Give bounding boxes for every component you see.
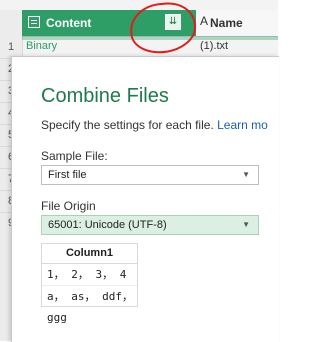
row-number: 1 [7, 41, 15, 53]
text-type-icon[interactable]: A [200, 14, 208, 28]
learn-more-link[interactable]: Learn mo [217, 118, 268, 132]
sample-file-value: First file [48, 169, 87, 181]
table-type-icon[interactable] [28, 16, 40, 28]
preview-table: Column1 1， 2， 3， 4 a， as， ddf， ggg [41, 243, 138, 324]
sample-file-label: Sample File: [41, 149, 108, 163]
binary-cell-link[interactable]: Binary [26, 40, 57, 52]
file-origin-value: 65001: Unicode (UTF-8) [48, 219, 167, 231]
sample-file-select[interactable]: First file ▼ [41, 165, 259, 185]
preview-row: a， as， ddf， ggg [47, 290, 133, 324]
combine-files-dialog: Combine Files Specify the settings for e… [11, 56, 279, 342]
preview-column-header: Column1 [42, 244, 137, 264]
preview-row: 1， 2， 3， 4 [47, 268, 127, 281]
name-cell: (1).txt [200, 40, 229, 52]
row-corner [0, 10, 23, 36]
dialog-description: Specify the settings for each file. Lear… [41, 118, 268, 132]
file-origin-label: File Origin [41, 199, 96, 213]
column-name-label: Name [210, 16, 243, 30]
chevron-down-icon: ▼ [242, 220, 250, 229]
description-text: Specify the settings for each file. [41, 118, 214, 132]
file-origin-select[interactable]: 65001: Unicode (UTF-8) ▼ [41, 215, 259, 235]
column-header-name[interactable]: A Name [196, 10, 278, 36]
chevron-down-icon: ▼ [242, 170, 250, 179]
column-content-label: Content [46, 16, 92, 30]
dialog-title: Combine Files [41, 85, 169, 107]
